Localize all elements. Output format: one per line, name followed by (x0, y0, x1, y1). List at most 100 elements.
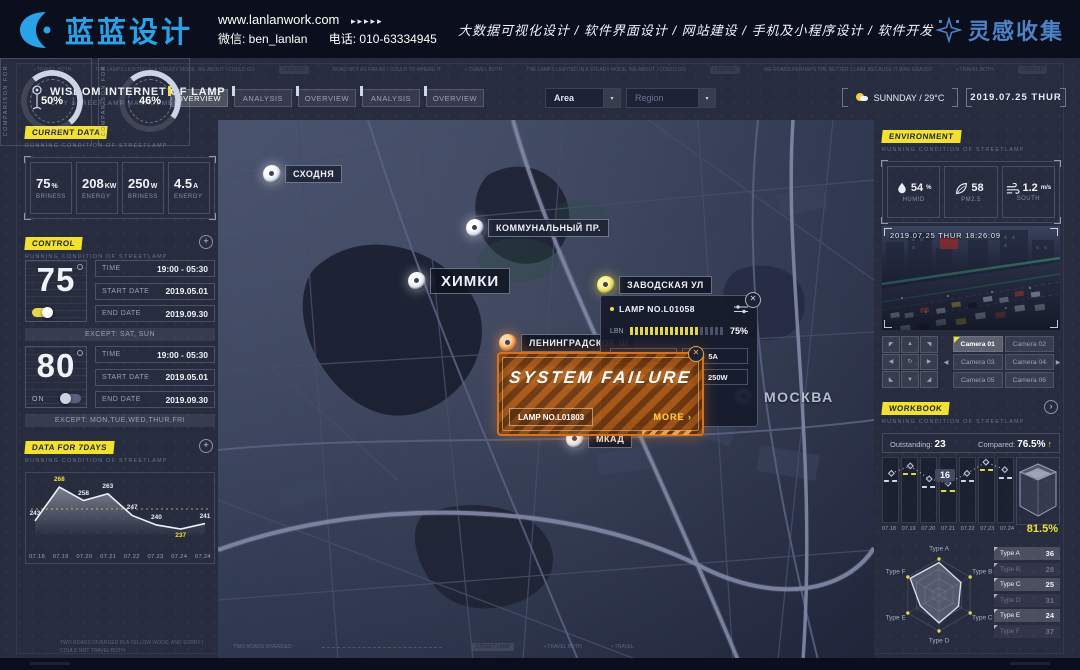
expand-chart-button[interactable]: + (199, 439, 213, 453)
point-label: 247 (127, 504, 138, 511)
panel-control: CONTROL RUNNING CONDITION OF STREETLAMP … (25, 233, 215, 438)
chevron-down-icon[interactable]: ▾ (698, 89, 715, 107)
lamp-id: LAMP NO.L01058 (619, 304, 729, 314)
promo-banner: 蓝蓝设计 www.lanlanwork.com ▸▸▸▸▸ 微信: ben_la… (0, 0, 1080, 58)
lbn-label: LBN (610, 328, 624, 335)
weather-widget: SUNNDAY / 29°C (842, 88, 958, 107)
time-field[interactable]: TIME19:00 - 05:30 (95, 346, 215, 363)
point-label: 263 (102, 483, 113, 490)
more-button[interactable]: MORE › (654, 412, 693, 422)
camera-select-button[interactable]: Camera 02 (1005, 336, 1055, 352)
add-schedule-button[interactable]: + (199, 235, 213, 249)
decor-item: LIGHTED (279, 66, 309, 74)
tab-overview-3[interactable]: OVERVIEW (426, 89, 484, 107)
sliders-icon[interactable] (734, 304, 748, 314)
map-marker-skhodnya[interactable]: СХОДНЯ (263, 165, 342, 183)
lbn-progress-bar (630, 327, 724, 335)
dpad-arrow-button[interactable]: ◤ (882, 336, 900, 353)
tooltip-header: LAMP NO.L01058 (610, 304, 748, 314)
camera-select-button[interactable]: Camera 01 (953, 336, 1003, 352)
radar-chart: Type AType BType CType DType EType F (882, 545, 994, 649)
streetlamp-dashboard: 蓝蓝设计 www.lanlanwork.com ▸▸▸▸▸ 微信: ben_la… (0, 0, 1080, 670)
logo[interactable]: 蓝蓝设计 (16, 9, 193, 51)
type-row[interactable]: Type C25 (994, 578, 1060, 591)
start-date-field[interactable]: START DATE2019.05.01 (95, 283, 215, 300)
schedule-rows: TIME19:00 - 05:30 START DATE2019.05.01 E… (95, 260, 215, 322)
camera-select-button[interactable]: Camera 03 (953, 354, 1003, 370)
inspiration-collect[interactable]: 灵感收集 (936, 14, 1064, 46)
camera-controls: ◤▲◥◀↻▶◣▼◢ ◀ Camera 01Camera 02Camera 03C… (882, 336, 1060, 388)
metric-value: 208 (82, 176, 104, 191)
chevron-down-icon[interactable]: ▾ (603, 89, 620, 107)
dpad-arrow-button[interactable]: ◀ (882, 354, 900, 371)
dpad-arrow-button[interactable]: ◥ (920, 336, 938, 353)
type-row[interactable]: Type E24 (994, 609, 1060, 622)
x-tick: 07.24 (171, 554, 187, 560)
prev-camera-arrow[interactable]: ◀ (942, 354, 950, 370)
end-date-field[interactable]: END DATE2019.09.30 (95, 391, 215, 408)
camera-select-button[interactable]: Camera 04 (1005, 354, 1055, 370)
radar-axis-label: Type F (886, 569, 906, 576)
panel-week-chart: DATA FOR 7DAYS RUNNING CONDITION OF STRE… (25, 437, 215, 564)
city-map[interactable]: СХОДНЯ КОММУНАЛЬНЫЙ ПР. ХИМКИ ЗАВОДСКАЯ … (218, 120, 874, 660)
panel-type-radar: Type AType BType CType DType EType F Typ… (882, 545, 1060, 649)
panel-badge: WORKBOOK (881, 402, 950, 415)
environment-cells: 54% HUMID 58 PM2.5 1.2m/s SOU (882, 161, 1060, 223)
map-marker-zavodskaya[interactable]: ЗАВОДСКАЯ УЛ (597, 276, 712, 294)
dpad-arrow-button[interactable]: ▲ (901, 336, 919, 353)
marker-label: ЗАВОДСКАЯ УЛ (619, 276, 712, 294)
on-label: ON (32, 396, 45, 403)
time-field[interactable]: TIME19:00 - 05:30 (95, 260, 215, 277)
footer-bar (0, 658, 1080, 670)
area-select[interactable]: Area ▾ (545, 88, 621, 108)
dpad-arrow-button[interactable]: ◢ (920, 371, 938, 388)
tooltip-close-button[interactable]: ✕ (745, 292, 761, 308)
field-label: TIME (102, 351, 121, 358)
map-marker-kommunalny[interactable]: КОММУНАЛЬНЫЙ ПР. (466, 219, 609, 237)
lanlan-logo-icon (16, 10, 58, 50)
camera-select-button[interactable]: Camera 06 (1005, 372, 1055, 388)
start-date-field[interactable]: START DATE2019.05.01 (95, 369, 215, 386)
alert-footer: LAMP NO.L01803 MORE › (509, 408, 692, 426)
alert-close-button[interactable]: ✕ (688, 346, 704, 362)
tab-analysis-2[interactable]: ANALYSIS (362, 89, 420, 107)
type-row[interactable]: Type B28 (994, 563, 1060, 576)
metric-value: 250 (128, 176, 150, 191)
dpad-arrow-button[interactable]: ▼ (901, 371, 919, 388)
dpad-arrow-button[interactable]: ◣ (882, 371, 900, 388)
type-row[interactable]: Type A36 (994, 547, 1060, 560)
map-marker-khimki[interactable]: ХИМКИ (408, 268, 510, 294)
workbook-bar-chart: 16 (882, 457, 1060, 523)
type-value: 37 (1046, 627, 1054, 636)
power-toggle[interactable] (61, 394, 81, 403)
system-failure-alert[interactable]: SYSTEM FAILURE LAMP NO.L01803 MORE › (497, 352, 704, 436)
contact-line: 微信: ben_lanlan 电话: 010-63334945 (218, 30, 455, 48)
tab-analysis-1[interactable]: ANALYSIS (234, 89, 292, 107)
alert-title: SYSTEM FAILURE (498, 368, 703, 388)
x-tick: 07.23 (148, 554, 164, 560)
field-label: START DATE (102, 374, 149, 381)
region-select[interactable]: Region ▾ (626, 88, 716, 108)
field-value: 250W (708, 373, 728, 382)
env-label: PM2.5 (961, 197, 981, 203)
camera-select-button[interactable]: Camera 05 (953, 372, 1003, 388)
end-date-field[interactable]: END DATE2019.09.30 (95, 305, 215, 322)
next-camera-arrow[interactable]: ▶ (1054, 354, 1062, 370)
type-row[interactable]: Type F37 (994, 625, 1060, 638)
camera-buttons: Camera 01Camera 02Camera 03Camera 04Came… (953, 336, 1054, 388)
x-tick: 07.21 (100, 554, 116, 560)
refresh-button[interactable]: ↻ (901, 354, 919, 371)
camera-view[interactable]: 2019.07.25 THUR 18:26:09 (882, 226, 1060, 330)
radar-svg (882, 545, 994, 649)
lbn-progress-row: LBN 75% (610, 326, 748, 336)
except-days-1: EXCEPT: SAT, SUN (25, 328, 215, 341)
type-row[interactable]: Type D31 (994, 594, 1060, 607)
website-url[interactable]: www.lanlanwork.com (218, 12, 339, 27)
env-unit: m/s (1041, 185, 1051, 191)
alert-lamp-id: LAMP NO.L01803 (509, 408, 593, 426)
dpad-arrow-button[interactable]: ▶ (920, 354, 938, 371)
power-toggle[interactable] (32, 308, 52, 317)
tab-overview-2[interactable]: OVERVIEW (298, 89, 356, 107)
week-line-chart: 243268258263247240237241 07.1807.1907.20… (25, 472, 215, 564)
workbook-more-button[interactable]: › (1044, 400, 1058, 414)
